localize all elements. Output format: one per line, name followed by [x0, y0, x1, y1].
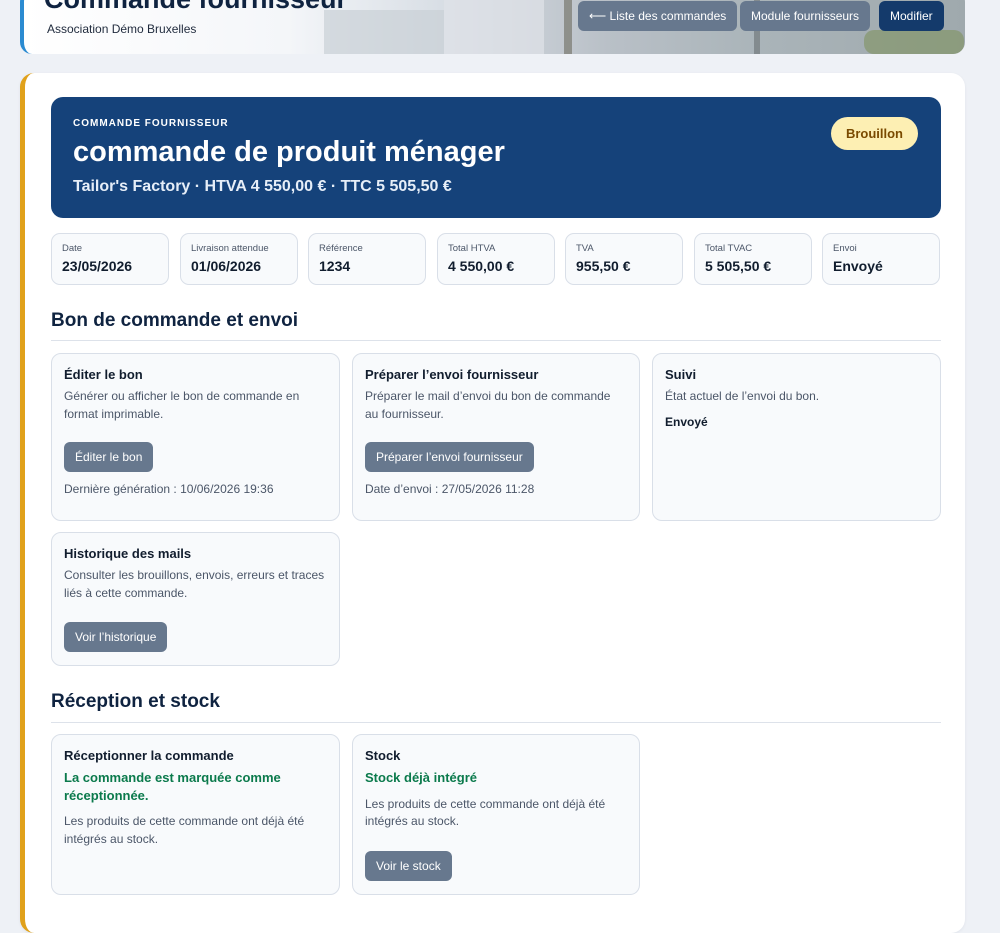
stat-sending: Envoi Envoyé [822, 233, 940, 285]
card-title: Suivi [665, 367, 697, 382]
header-background-image-part [864, 30, 964, 54]
stat-label: Référence [319, 243, 363, 254]
stat-value: 1234 [319, 258, 351, 274]
stat-label: Envoi [833, 243, 857, 254]
stat-value: Envoyé [833, 258, 883, 274]
card-description: Consulter les brouillons, envois, erreur… [64, 568, 325, 600]
stat-total-htva: Total HTVA 4 550,00 € [437, 233, 555, 285]
stock-card: Stock Stock déjà intégré Les produits de… [352, 734, 640, 895]
mail-history-card: Historique des mails Consulter les broui… [51, 532, 340, 666]
card-description: Générer ou afficher le bon de commande e… [64, 389, 300, 421]
stat-value: 955,50 € [576, 258, 631, 274]
suppliers-module-button[interactable]: Module fournisseurs [740, 1, 871, 31]
status-badge: Brouillon [830, 117, 918, 150]
card-description: État actuel de l’envoi du bon. [665, 389, 820, 403]
hero-kicker: COMMANDE FOURNISSEUR [73, 118, 229, 129]
card-description: Préparer le mail d’envoi du bon de comma… [365, 389, 611, 421]
view-stock-button[interactable]: Voir le stock [365, 851, 452, 881]
last-generation-text: Dernière génération : 10/06/2026 19:36 [64, 482, 274, 496]
tracking-status: Envoyé [665, 414, 708, 429]
orders-list-button[interactable]: ⟵ Liste des commandes [578, 1, 738, 31]
card-description: Les produits de cette commande ont déjà … [365, 796, 606, 829]
stat-label: Total HTVA [448, 243, 496, 254]
tracking-card: Suivi État actuel de l’envoi du bon. Env… [652, 353, 941, 521]
stat-expected-delivery: Livraison attendue 01/06/2026 [180, 233, 298, 285]
prepare-sending-button[interactable]: Préparer l’envoi fournisseur [365, 442, 534, 472]
card-title: Historique des mails [64, 546, 192, 561]
edit-order-form-button[interactable]: Éditer le bon [64, 442, 154, 472]
header-background-image [324, 10, 444, 54]
stat-label: Date [62, 243, 83, 254]
stat-label: Total TVAC [705, 243, 753, 254]
reception-card: Réceptionner la commande La commande est… [51, 734, 340, 895]
stat-value: 5 505,50 € [705, 258, 772, 274]
stat-date: Date 23/05/2026 [51, 233, 169, 285]
card-title: Éditer le bon [64, 367, 143, 382]
stat-value: 4 550,00 € [448, 258, 515, 274]
header-background-image-part [444, 0, 544, 54]
order-hero: COMMANDE FOURNISSEUR commande de produit… [51, 97, 941, 218]
order-summary: Tailor's Factory · HTVA 4 550,00 € · TTC… [73, 178, 452, 195]
stat-label: TVA [576, 243, 594, 254]
stock-status: Stock déjà intégré [365, 770, 477, 785]
card-title: Stock [365, 748, 401, 763]
stat-label: Livraison attendue [191, 243, 269, 254]
stat-value: 23/05/2026 [62, 258, 133, 274]
card-title: Préparer l’envoi fournisseur [365, 367, 539, 382]
header-background-image-part [564, 0, 572, 54]
reception-status: La commande est marquée comme réceptionn… [64, 770, 281, 803]
stat-vat: TVA 955,50 € [565, 233, 683, 285]
sending-date-text: Date d’envoi : 27/05/2026 11:28 [365, 482, 535, 496]
card-title: Réceptionner la commande [64, 748, 234, 763]
stat-value: 01/06/2026 [191, 258, 262, 274]
section-divider [51, 722, 941, 723]
organization-name: Association Démo Bruxelles [47, 22, 197, 36]
stat-total-tvac: Total TVAC 5 505,50 € [694, 233, 812, 285]
section-title-reception: Réception et stock [51, 691, 220, 712]
edit-order-card: Éditer le bon Générer ou afficher le bon… [51, 353, 340, 521]
page-title: Commande fournisseur [44, 0, 347, 15]
view-history-button[interactable]: Voir l’historique [64, 622, 168, 652]
edit-order-button[interactable]: Modifier [879, 1, 944, 31]
stat-reference: Référence 1234 [308, 233, 426, 285]
card-description: Les produits de cette commande ont déjà … [64, 814, 305, 846]
section-divider [51, 340, 941, 341]
section-title-order: Bon de commande et envoi [51, 310, 299, 331]
order-title: commande de produit ménager [73, 136, 505, 168]
prepare-sending-card: Préparer l’envoi fournisseur Préparer le… [352, 353, 640, 521]
